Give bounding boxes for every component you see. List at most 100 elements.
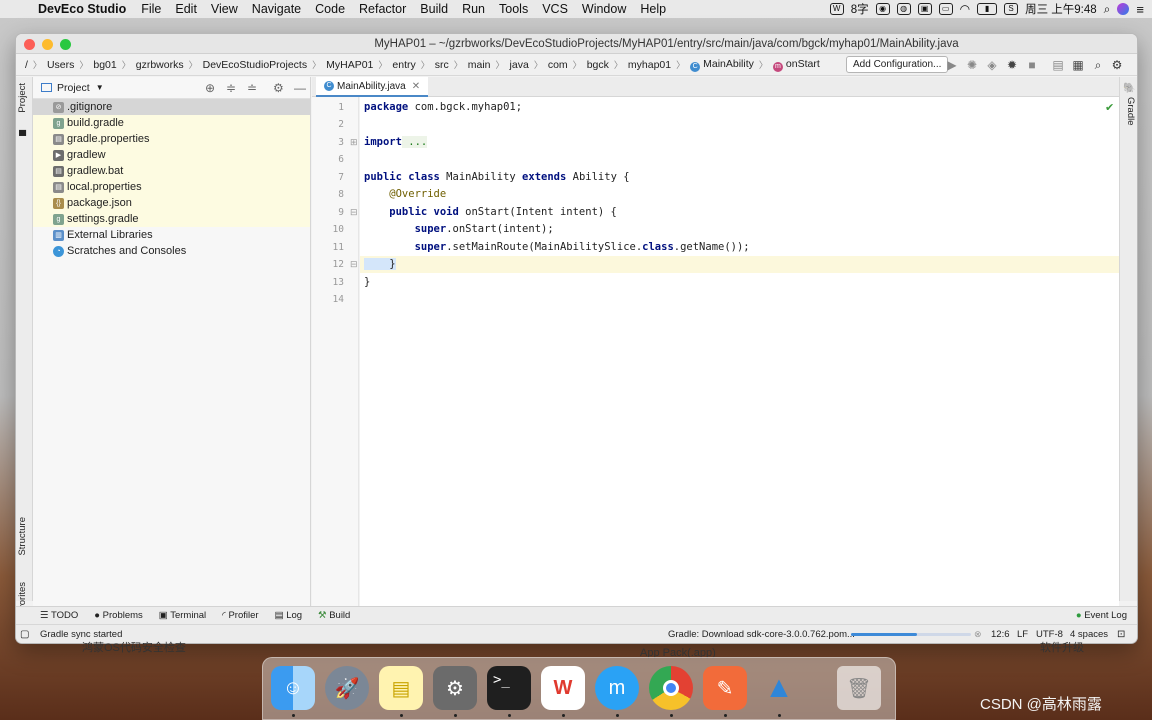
stop-icon[interactable]: ■ <box>1024 57 1040 73</box>
tree-item-gradle-properties[interactable]: ▤ gradle.properties <box>33 131 310 147</box>
hide-panel-icon[interactable]: — <box>294 81 306 95</box>
breadcrumb-root[interactable]: / <box>22 59 31 71</box>
tree-item-gradlew-bat[interactable]: ▤ gradlew.bat <box>33 163 310 179</box>
tray-app-icon[interactable]: ◉ <box>875 3 890 15</box>
gradle-tool-tab[interactable]: Gradle <box>1122 97 1136 126</box>
panel-settings-icon[interactable]: ⚙ <box>273 81 284 95</box>
tree-item-settings-gradle[interactable]: g settings.gradle <box>33 211 310 227</box>
breadcrumb-bg01[interactable]: bg01 <box>90 59 119 71</box>
no-problems-check-icon[interactable]: ✔ <box>1105 101 1114 114</box>
terminal-app-icon[interactable]: >_ <box>487 666 531 710</box>
control-center-icon[interactable]: ≡ <box>1136 2 1144 17</box>
status-message[interactable]: Gradle sync started <box>40 629 122 640</box>
lock-icon[interactable]: ⊡ <box>1117 629 1125 640</box>
tray-app-icon-3[interactable]: ▣ <box>917 3 932 15</box>
notes-icon[interactable]: ▤ <box>379 666 423 710</box>
menu-navigate[interactable]: Navigate <box>245 2 308 16</box>
chrome-icon[interactable] <box>649 666 693 710</box>
breadcrumb-bgck[interactable]: bgck <box>584 59 612 71</box>
toggle-tool-windows-icon[interactable]: ▢ <box>20 629 29 640</box>
trash-icon[interactable]: 🗑 <box>837 666 881 710</box>
menu-build[interactable]: Build <box>413 2 455 16</box>
fold-icon[interactable]: ⊞ <box>350 137 358 148</box>
launchpad-icon[interactable]: 🚀 <box>325 666 369 710</box>
menu-tools[interactable]: Tools <box>492 2 535 16</box>
system-preferences-icon[interactable]: ⚙ <box>433 666 477 710</box>
menu-edit[interactable]: Edit <box>168 2 204 16</box>
tray-app-icon-2[interactable]: ◍ <box>896 3 911 15</box>
wifi-icon[interactable]: ◠ <box>960 2 970 16</box>
menubar-clock[interactable]: 周三 上午9:48 <box>1025 1 1097 17</box>
tree-item-gradlew[interactable]: ▶ gradlew <box>33 147 310 163</box>
tree-item-gitignore[interactable]: ⊘ .gitignore <box>33 99 310 115</box>
indent-setting[interactable]: 4 spaces <box>1070 629 1108 640</box>
postman-icon[interactable]: ✎ <box>703 666 747 710</box>
folder-icon[interactable]: ▀ <box>19 131 26 142</box>
problems-tool-button[interactable]: ● Problems <box>94 610 143 621</box>
add-configuration-button[interactable]: Add Configuration... <box>846 56 949 73</box>
maxthon-icon[interactable]: m <box>595 666 639 710</box>
code-editor[interactable]: package com.bgck.myhap01; import ... pub… <box>360 97 1119 606</box>
menu-run[interactable]: Run <box>455 2 492 16</box>
run-icon[interactable]: ▶ <box>944 57 960 73</box>
deveco-studio-icon[interactable]: ▲ <box>757 666 801 710</box>
file-encoding[interactable]: UTF-8 <box>1036 629 1063 640</box>
breadcrumb-main[interactable]: main <box>465 59 494 71</box>
tree-item-local-properties[interactable]: ▤ local.properties <box>33 179 310 195</box>
locate-icon[interactable]: ⊕ <box>205 81 215 95</box>
fold-icon[interactable]: ⊟ <box>350 259 358 270</box>
project-view-selector[interactable]: Project <box>57 82 90 94</box>
battery-icon[interactable]: ▮ <box>977 3 998 15</box>
tree-item-package-json[interactable]: {} package.json <box>33 195 310 211</box>
tree-item-external-libraries[interactable]: ▥ External Libraries <box>33 227 310 243</box>
debug-icon[interactable]: ✺ <box>964 57 980 73</box>
search-icon[interactable]: ⌕ <box>1090 57 1106 73</box>
airplay-icon[interactable]: ▭ <box>938 3 953 15</box>
breadcrumb-gzrbworks[interactable]: gzrbworks <box>133 59 187 71</box>
project-tool-tab[interactable]: Project <box>17 83 32 113</box>
zoom-window-button[interactable] <box>60 39 71 50</box>
finder-icon[interactable]: ☺ <box>271 666 315 710</box>
project-structure-icon[interactable]: ▤ <box>1050 57 1066 73</box>
tree-item-build-gradle[interactable]: g build.gradle <box>33 115 310 131</box>
wps-office-icon[interactable]: W <box>541 666 585 710</box>
settings-gear-icon[interactable]: ⚙ <box>1109 57 1125 73</box>
background-task-text[interactable]: Gradle: Download sdk-core-3.0.0.762.pom.… <box>668 629 855 640</box>
menu-vcs[interactable]: VCS <box>535 2 575 16</box>
menu-view[interactable]: View <box>204 2 245 16</box>
breadcrumb-method[interactable]: m onStart <box>770 58 823 72</box>
todo-tool-button[interactable]: ☰ TODO <box>40 610 78 621</box>
line-separator[interactable]: LF <box>1017 629 1028 640</box>
close-tab-icon[interactable]: ✕ <box>412 81 420 92</box>
collapse-all-icon[interactable]: ≐ <box>247 81 257 95</box>
attach-debugger-icon[interactable]: ✹ <box>1004 57 1020 73</box>
fold-icon[interactable]: ⊟ <box>350 207 358 218</box>
menu-refactor[interactable]: Refactor <box>352 2 413 16</box>
input-source-icon[interactable]: S <box>1004 3 1019 15</box>
breadcrumb-users[interactable]: Users <box>44 59 77 71</box>
input-method-indicator[interactable]: 8字 <box>851 1 869 17</box>
cancel-task-icon[interactable]: ⊗ <box>974 629 982 640</box>
event-log-button[interactable]: ● Event Log <box>1076 610 1127 621</box>
breadcrumb-java[interactable]: java <box>507 59 532 71</box>
menu-file[interactable]: File <box>134 2 168 16</box>
breadcrumb-projects[interactable]: DevEcoStudioProjects <box>200 59 310 71</box>
menu-help[interactable]: Help <box>633 2 673 16</box>
tree-item-scratches[interactable]: ◔ Scratches and Consoles <box>33 243 310 259</box>
sdk-manager-icon[interactable]: ▦ <box>1070 57 1086 73</box>
close-window-button[interactable] <box>24 39 35 50</box>
spotlight-search-icon[interactable]: ⌕ <box>1104 2 1111 17</box>
terminal-tool-button[interactable]: ▣ Terminal <box>159 610 206 621</box>
siri-icon[interactable] <box>1117 3 1130 15</box>
profiler-tool-button[interactable]: ◜ Profiler <box>222 610 258 621</box>
breadcrumb-com[interactable]: com <box>545 59 571 71</box>
menu-window[interactable]: Window <box>575 2 633 16</box>
wps-tray-icon[interactable]: W <box>829 3 844 15</box>
build-tool-button[interactable]: ⚒ Build <box>318 610 350 621</box>
chevron-down-icon[interactable]: ▼ <box>96 83 104 92</box>
menu-code[interactable]: Code <box>308 2 352 16</box>
minimize-window-button[interactable] <box>42 39 53 50</box>
breadcrumb-class[interactable]: C MainAbility <box>687 58 757 72</box>
expand-all-icon[interactable]: ≑ <box>226 81 236 95</box>
breadcrumb-entry[interactable]: entry <box>389 59 418 71</box>
